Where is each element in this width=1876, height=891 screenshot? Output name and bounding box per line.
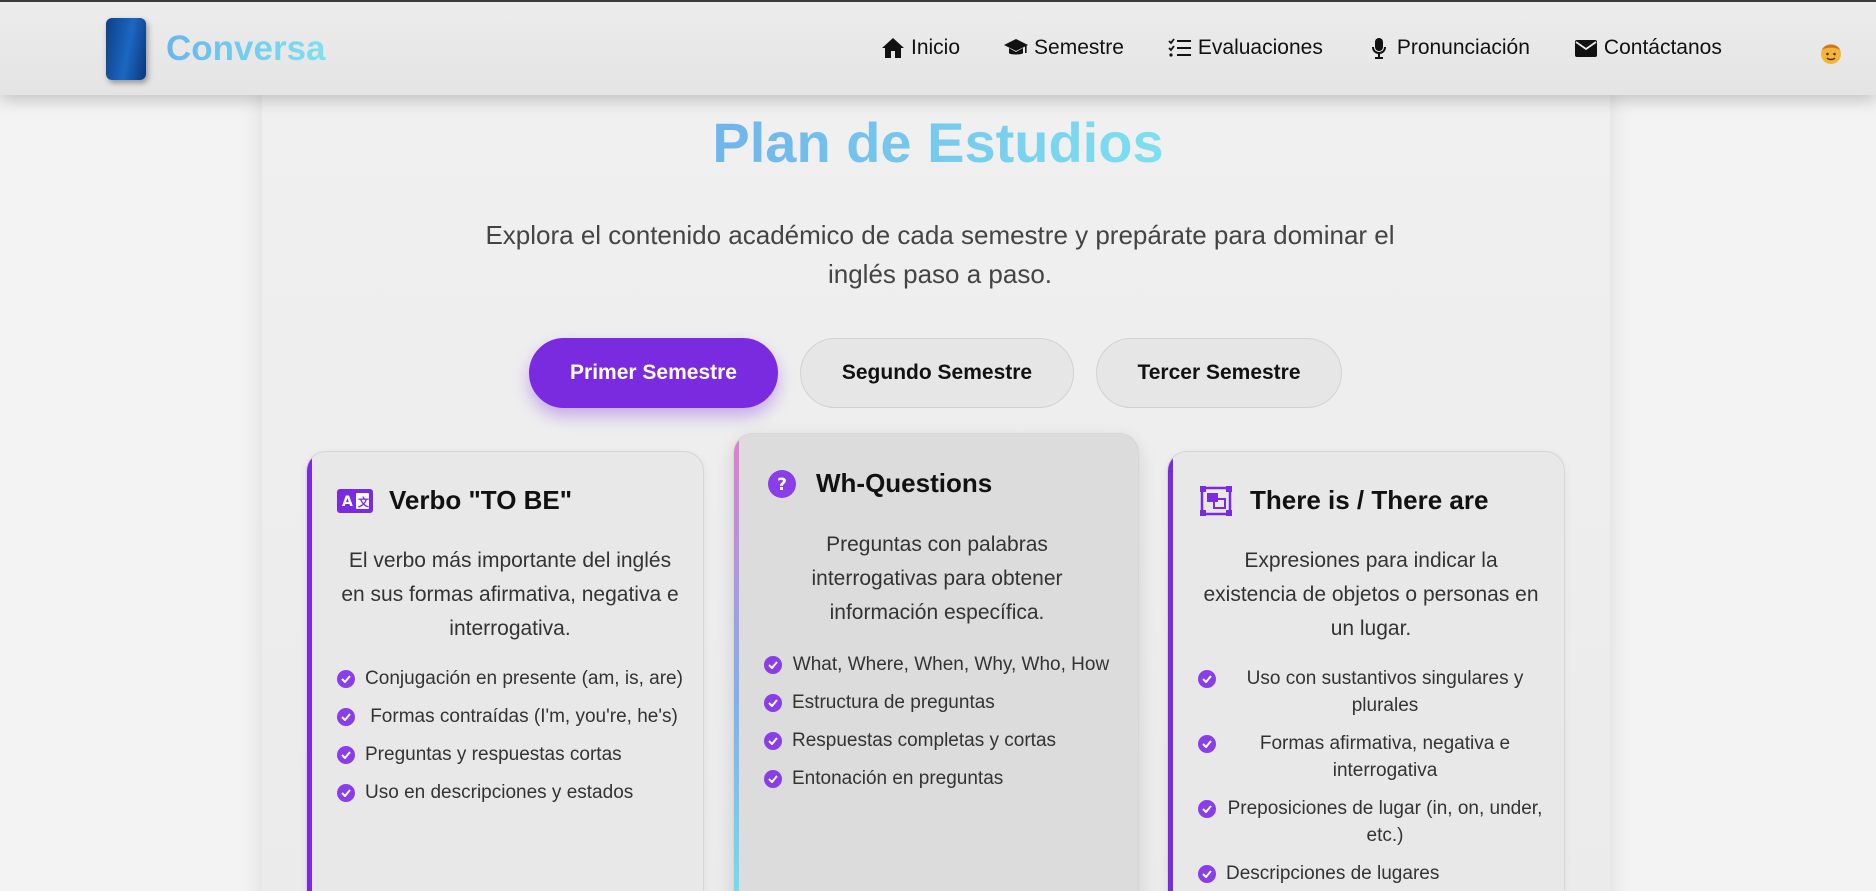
list-item: Formas contraídas (I'm, you're, he's)	[337, 703, 683, 730]
svg-text:?: ?	[777, 475, 787, 495]
check-circle-icon	[1198, 800, 1216, 818]
check-circle-icon	[764, 656, 782, 674]
svg-text:文: 文	[358, 495, 370, 509]
check-circle-icon	[764, 770, 782, 788]
nav-item-label: Inicio	[911, 36, 961, 59]
topic-card-there-is-there-are[interactable]: There is / There are Expresiones para in…	[1167, 451, 1565, 891]
card-topic-list: What, Where, When, Why, Who, How Estruct…	[764, 651, 1110, 803]
nav-item-label: Evaluaciones	[1197, 36, 1323, 59]
list-item: Formas afirmativa, negativa e interrogat…	[1198, 730, 1544, 784]
navbar: Conversa Inicio Semestre Evaluaciones Pr…	[0, 0, 1876, 95]
check-circle-icon	[1198, 735, 1216, 753]
list-item: Preposiciones de lugar (in, on, under, e…	[1198, 795, 1544, 849]
card-title: There is / There are	[1250, 485, 1489, 515]
card-description: Expresiones para indicar la existencia d…	[1203, 549, 1539, 640]
check-circle-icon	[764, 732, 782, 750]
check-circle-icon	[337, 708, 355, 726]
translate-icon: A 文	[337, 486, 373, 516]
page-title: Plan de Estudios	[712, 111, 1164, 174]
topic-card-wh-questions[interactable]: ? Wh-Questions Preguntas con palabras in…	[733, 433, 1139, 891]
main-nav: Inicio Semestre Evaluaciones Pronunciaci…	[880, 36, 1765, 60]
tab-tercer-semestre[interactable]: Tercer Semestre	[1096, 338, 1342, 408]
list-item: Uso con sustantivos singulares y plurale…	[1198, 665, 1544, 719]
list-item: Entonación en preguntas	[764, 765, 1110, 792]
card-title: Verbo "TO BE"	[389, 485, 573, 515]
book-logo-icon	[106, 18, 146, 80]
nav-item-label: Semestre	[1034, 36, 1124, 59]
user-avatar[interactable]	[1819, 41, 1843, 65]
checklist-icon	[1167, 36, 1193, 60]
object-group-icon	[1198, 485, 1234, 516]
card-title: Wh-Questions	[816, 468, 993, 498]
list-item: Respuestas completas y cortas	[764, 727, 1110, 754]
page-subtitle: Explora el contenido académico de cada s…	[485, 220, 1395, 289]
list-item: What, Where, When, Why, Who, How	[764, 651, 1110, 678]
card-accent-bar	[307, 452, 312, 891]
topic-card-verbo-to-be[interactable]: A 文 Verbo "TO BE" El verbo más important…	[306, 451, 704, 891]
card-accent-bar	[1168, 452, 1173, 891]
list-item: Estructura de preguntas	[764, 689, 1110, 716]
card-accent-bar	[734, 434, 739, 891]
card-topic-list: Conjugación en presente (am, is, are) Fo…	[337, 665, 683, 817]
list-item: Uso en descripciones y estados	[337, 779, 683, 806]
svg-text:A: A	[342, 494, 353, 510]
nav-item-evaluaciones[interactable]: Evaluaciones	[1167, 36, 1323, 60]
question-circle-icon: ?	[764, 469, 800, 499]
brand-name: Conversa	[166, 29, 326, 68]
check-circle-icon	[764, 694, 782, 712]
check-circle-icon	[337, 746, 355, 764]
list-item: Conjugación en presente (am, is, are)	[337, 665, 683, 692]
graduation-cap-icon	[1003, 36, 1029, 60]
nav-item-pronunciacion[interactable]: Pronunciación	[1366, 36, 1530, 60]
envelope-icon	[1573, 36, 1599, 60]
nav-item-inicio[interactable]: Inicio	[880, 36, 960, 60]
brand-link[interactable]: Conversa	[106, 18, 326, 80]
home-icon	[880, 36, 906, 60]
card-topic-list: Uso con sustantivos singulares y plurale…	[1198, 665, 1544, 891]
nav-item-semestre[interactable]: Semestre	[1003, 36, 1124, 60]
card-description: Preguntas con palabras interrogativas pa…	[811, 533, 1063, 624]
list-item: Descripciones de lugares	[1198, 860, 1544, 887]
tab-primer-semestre[interactable]: Primer Semestre	[529, 338, 778, 408]
nav-item-label: Pronunciación	[1396, 36, 1530, 59]
semester-tabs: Primer Semestre Segundo Semestre Tercer …	[0, 338, 1876, 410]
microphone-icon	[1366, 36, 1392, 60]
check-circle-icon	[337, 784, 355, 802]
check-circle-icon	[337, 670, 355, 688]
check-circle-icon	[1198, 670, 1216, 688]
tab-segundo-semestre[interactable]: Segundo Semestre	[800, 338, 1074, 408]
card-description: El verbo más importante del inglés en su…	[341, 549, 679, 640]
list-item: Preguntas y respuestas cortas	[337, 741, 683, 768]
nav-item-contactanos[interactable]: Contáctanos	[1573, 36, 1722, 60]
nav-item-label: Contáctanos	[1603, 36, 1722, 59]
check-circle-icon	[1198, 865, 1216, 883]
